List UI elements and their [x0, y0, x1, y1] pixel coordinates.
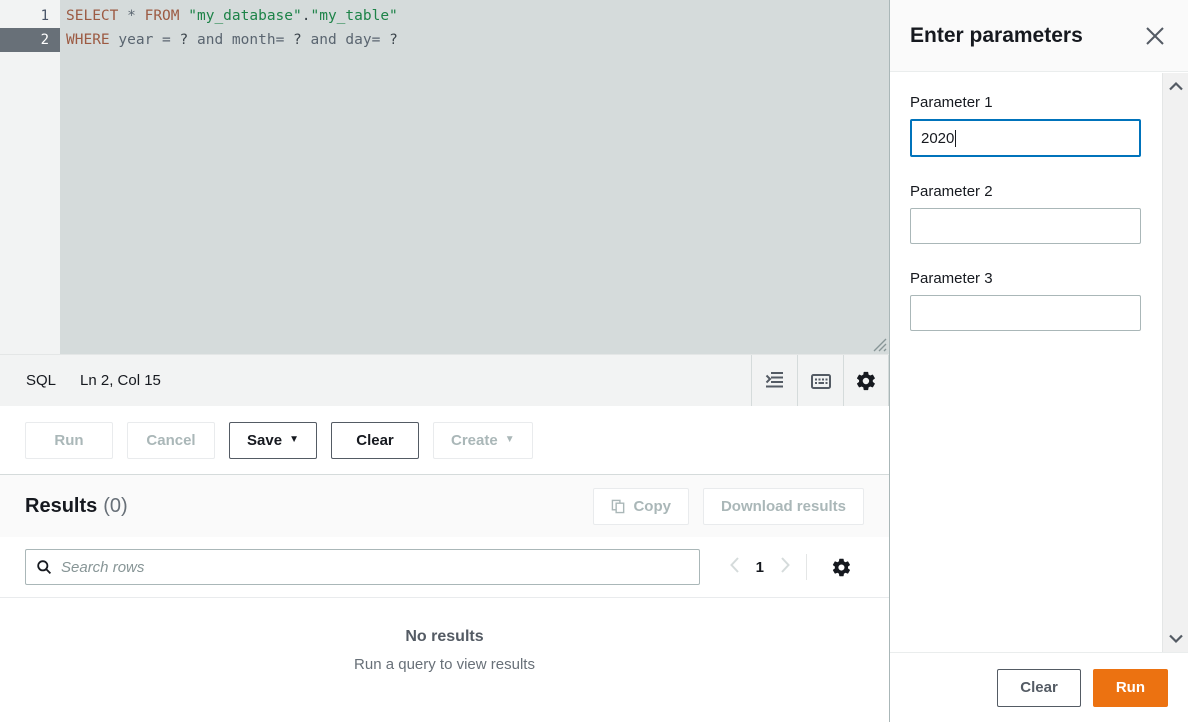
format-query-icon[interactable]: [751, 355, 797, 407]
query-actions-row: Run Cancel Save ▼ Clear Create ▼: [0, 406, 889, 475]
main-column: 12 SELECT * FROM "my_database"."my_table…: [0, 0, 890, 722]
parameter-input-2[interactable]: [910, 208, 1141, 244]
parameter-label: Parameter 3: [910, 270, 1168, 287]
code-token: and month: [188, 32, 275, 48]
results-search-row: Search rows 1: [0, 537, 889, 597]
parameter-label: Parameter 1: [910, 94, 1168, 111]
editor-toolbar: [751, 355, 889, 407]
no-results-title: No results: [405, 628, 483, 646]
line-number: 2: [0, 28, 60, 52]
search-placeholder: Search rows: [61, 559, 144, 576]
results-header-buttons: Copy Download results: [593, 488, 864, 525]
code-token: "my_database": [188, 8, 302, 24]
panel-title: Enter parameters: [910, 24, 1083, 48]
code-token: FROM: [145, 8, 180, 24]
code-token: *: [127, 8, 136, 24]
code-token: =: [162, 32, 171, 48]
results-title: Results: [25, 495, 97, 518]
create-button[interactable]: Create ▼: [433, 422, 533, 459]
sql-editor[interactable]: 12 SELECT * FROM "my_database"."my_table…: [0, 0, 889, 354]
enter-parameters-panel: Enter parameters Parameter 12020Paramete…: [890, 0, 1188, 722]
line-number: 1: [0, 4, 60, 28]
page-number[interactable]: 1: [756, 559, 764, 576]
results-pagination: 1: [728, 554, 864, 580]
search-icon: [36, 559, 52, 575]
panel-clear-button[interactable]: Clear: [997, 669, 1081, 707]
close-icon[interactable]: [1140, 21, 1170, 51]
code-token: ?: [180, 32, 189, 48]
results-header: Results (0) Copy Download results: [0, 475, 889, 537]
no-results-subtitle: Run a query to view results: [354, 656, 535, 673]
results-preferences-gear-icon[interactable]: [821, 557, 852, 578]
code-token: "my_table": [310, 8, 397, 24]
panel-body: Parameter 1 2020 Parameter 2 Parameter 3: [890, 72, 1188, 652]
download-results-button[interactable]: Download results: [703, 488, 864, 525]
scroll-down-icon[interactable]: [1168, 633, 1184, 644]
code-token: [171, 32, 180, 48]
editor-status-bar: SQL Ln 2, Col 15: [0, 354, 889, 406]
create-button-label: Create: [451, 432, 498, 449]
code-token: [136, 8, 145, 24]
editor-settings-gear-icon[interactable]: [843, 355, 889, 407]
next-page-icon[interactable]: [778, 556, 792, 579]
code-token: [380, 32, 389, 48]
code-token: ?: [293, 32, 302, 48]
code-token: ?: [389, 32, 398, 48]
panel-footer: Clear Run: [890, 652, 1188, 722]
cancel-button[interactable]: Cancel: [127, 422, 215, 459]
language-label: SQL: [26, 372, 56, 389]
line-number-gutter: 12: [0, 0, 60, 354]
parameter-label: Parameter 2: [910, 183, 1168, 200]
code-line[interactable]: SELECT * FROM "my_database"."my_table": [60, 4, 889, 28]
search-input[interactable]: Search rows: [25, 549, 700, 585]
run-button-label: Run: [54, 432, 83, 449]
code-token: WHERE: [66, 32, 110, 48]
save-button[interactable]: Save ▼: [229, 422, 317, 459]
code-token: [284, 32, 293, 48]
pagination-divider: [806, 554, 807, 580]
code-area[interactable]: SELECT * FROM "my_database"."my_table" WH…: [60, 0, 889, 354]
copy-button[interactable]: Copy: [593, 488, 689, 525]
panel-run-label: Run: [1116, 679, 1145, 696]
scroll-up-icon[interactable]: [1168, 81, 1184, 92]
download-results-label: Download results: [721, 498, 846, 515]
code-token: =: [276, 32, 285, 48]
code-token: [118, 8, 127, 24]
chevron-down-icon: ▼: [289, 435, 299, 445]
panel-run-button[interactable]: Run: [1093, 669, 1168, 707]
text-cursor: [955, 130, 956, 147]
code-token: and day: [302, 32, 372, 48]
parameter-value: 2020: [921, 130, 954, 147]
save-button-label: Save: [247, 432, 282, 449]
panel-scrollbar[interactable]: [1162, 73, 1188, 652]
code-token: year: [110, 32, 162, 48]
athena-query-editor-page: 12 SELECT * FROM "my_database"."my_table…: [0, 0, 1188, 722]
panel-header: Enter parameters: [890, 0, 1188, 72]
results-empty-state: No results Run a query to view results: [0, 597, 889, 722]
previous-page-icon[interactable]: [728, 556, 742, 579]
code-line[interactable]: WHERE year = ? and month= ? and day= ?: [60, 28, 889, 52]
copy-icon: [611, 499, 626, 514]
results-count: (0): [103, 495, 127, 518]
code-token: SELECT: [66, 8, 118, 24]
clear-button[interactable]: Clear: [331, 422, 419, 459]
code-token: [180, 8, 189, 24]
parameter-input-1[interactable]: 2020: [910, 119, 1141, 157]
run-button[interactable]: Run: [25, 422, 113, 459]
cursor-position-label: Ln 2, Col 15: [80, 372, 161, 389]
panel-clear-label: Clear: [1020, 679, 1058, 696]
chevron-down-icon: ▼: [505, 435, 515, 445]
copy-button-label: Copy: [633, 498, 671, 515]
parameter-input-3[interactable]: [910, 295, 1141, 331]
clear-button-label: Clear: [356, 432, 394, 449]
editor-resize-handle[interactable]: [871, 336, 887, 352]
cancel-button-label: Cancel: [146, 432, 195, 449]
keyboard-shortcuts-icon[interactable]: [797, 355, 843, 407]
